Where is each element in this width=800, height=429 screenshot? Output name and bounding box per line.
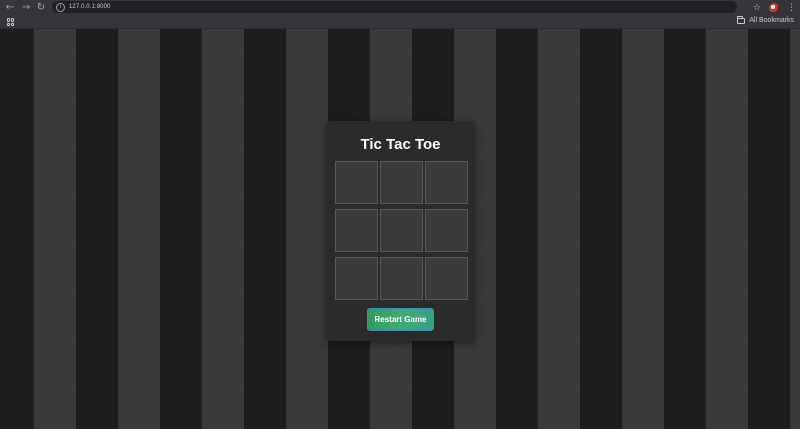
board-cell[interactable] [335,209,378,252]
browser-toolbar: ← → ↻ i 127.0.0.1:8000 ☆ ⋮ [0,0,800,15]
board-cell[interactable] [380,209,423,252]
site-info-icon[interactable]: i [56,2,65,12]
bookmarks-bar: All Bookmarks [0,15,800,29]
restart-game-button[interactable]: Restart Game [367,308,434,331]
board-cell[interactable] [335,257,378,300]
game-board [335,161,470,300]
profile-avatar[interactable] [769,2,779,13]
page-viewport: Tic Tac Toe Restart Game [0,29,800,429]
board-cell[interactable] [425,209,468,252]
all-bookmarks-label: All Bookmarks [749,17,794,24]
board-cell[interactable] [380,257,423,300]
board-cell[interactable] [335,161,378,204]
more-menu-icon[interactable]: ⋮ [787,3,796,13]
board-cell[interactable] [425,161,468,204]
all-bookmarks-button[interactable]: All Bookmarks [737,15,794,24]
back-arrow-icon[interactable]: ← [3,0,17,14]
reload-icon[interactable]: ↻ [34,0,48,14]
url-text[interactable]: 127.0.0.1:8000 [69,4,110,10]
folder-icon [737,15,746,24]
board-cell[interactable] [380,161,423,204]
game-title: Tic Tac Toe [360,136,441,153]
address-bar[interactable]: i 127.0.0.1:8000 [52,1,737,13]
bookmark-star-icon[interactable]: ☆ [753,3,761,13]
forward-arrow-icon[interactable]: → [19,0,33,14]
game-container: Tic Tac Toe Restart Game [326,121,475,341]
apps-grid-icon[interactable] [7,18,15,26]
board-cell[interactable] [425,257,468,300]
